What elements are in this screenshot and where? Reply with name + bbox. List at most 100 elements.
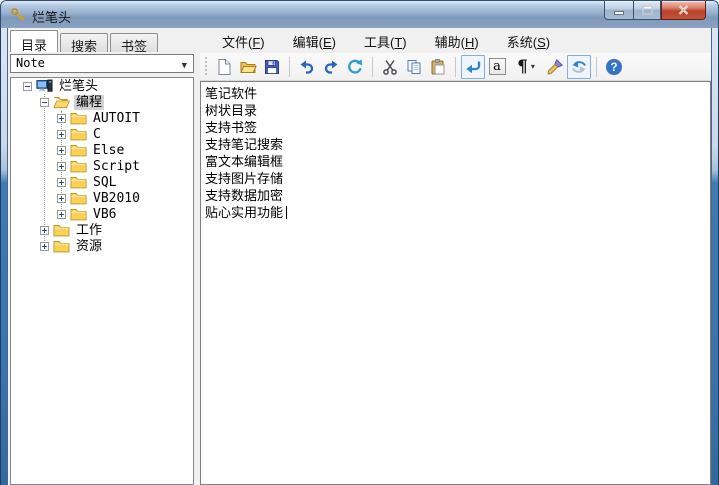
undo-icon (300, 60, 314, 74)
toolbar: a ¶ ▾ ? (200, 53, 711, 81)
expand-icon[interactable] (57, 129, 66, 139)
expand-icon[interactable] (57, 145, 66, 155)
menu-edit[interactable]: 编辑(E) (285, 30, 344, 53)
expand-icon[interactable] (57, 177, 66, 187)
tab-bookmarks[interactable]: 书签 (110, 33, 159, 54)
tree-node[interactable]: VB2010 (11, 190, 193, 206)
expand-icon[interactable] (57, 209, 66, 219)
window-controls (604, 1, 706, 20)
tree-node-label: 编程 (74, 94, 105, 110)
expand-icon[interactable] (57, 193, 66, 203)
pilcrow-icon: ¶ (517, 56, 528, 77)
menu-file[interactable]: 文件(F) (214, 30, 273, 53)
dropdown-arrow-icon[interactable]: ▾ (531, 62, 535, 71)
maximize-button[interactable] (633, 1, 661, 20)
new-document-button[interactable] (212, 55, 236, 79)
notebook-select-value: Note (16, 56, 45, 70)
titlebar[interactable]: 烂笔头 (0, 0, 719, 28)
minimize-button[interactable] (604, 1, 633, 20)
window-title: 烂笔头 (32, 10, 72, 25)
word-wrap-button[interactable] (461, 54, 485, 79)
folder-open-icon (53, 95, 70, 109)
tree-node-selected[interactable]: 编程 (11, 94, 193, 110)
word-wrap-icon (466, 61, 481, 73)
tab-directory[interactable]: 目录 (10, 30, 59, 53)
editor-line: 贴心实用功能 (205, 204, 706, 221)
format-painter-brush-icon (547, 58, 564, 75)
save-button[interactable] (260, 55, 284, 79)
window-border-right (711, 28, 719, 485)
editor-line: 树状目录 (205, 103, 258, 118)
format-painter-button[interactable] (543, 55, 567, 79)
tree-node-root[interactable]: 烂笔头 (11, 78, 193, 94)
collapse-icon[interactable] (40, 97, 49, 107)
menu-system[interactable]: 系统(S) (499, 30, 558, 53)
menu-tools[interactable]: 工具(T) (356, 30, 415, 53)
folder-icon (70, 111, 87, 125)
tree-node[interactable]: Else (11, 142, 193, 158)
save-icon (265, 59, 279, 74)
close-icon (678, 5, 689, 15)
paste-button[interactable] (426, 55, 450, 79)
copy-button[interactable] (402, 55, 426, 79)
folder-icon (53, 239, 70, 253)
svg-text:?: ? (610, 62, 617, 74)
window-border-left (0, 28, 8, 485)
client-area: 目录 搜索 书签 Note ▼ 烂笔头 编程 AUTOIT C Else Scr… (8, 28, 711, 485)
refresh-icon (348, 58, 362, 74)
expand-icon[interactable] (40, 241, 49, 251)
redo-button[interactable] (319, 55, 343, 79)
text-caret (286, 206, 288, 219)
tree-node[interactable]: AUTOIT (11, 110, 193, 126)
help-button[interactable]: ? (602, 55, 626, 79)
tree-node[interactable]: 资源 (11, 238, 193, 254)
minimize-icon (614, 10, 624, 15)
open-folder-button[interactable] (236, 55, 260, 79)
close-button[interactable] (661, 1, 706, 20)
tab-search[interactable]: 搜索 (60, 33, 109, 54)
expand-icon[interactable] (57, 113, 66, 123)
redo-icon (324, 60, 338, 74)
font-button[interactable]: a (485, 55, 509, 79)
notebook-select[interactable]: Note ▼ (10, 54, 194, 73)
new-document-icon (218, 58, 231, 75)
directory-tree[interactable]: 烂笔头 编程 AUTOIT C Else Script SQL VB2010 V… (10, 77, 194, 485)
tree-node-label: 资源 (76, 238, 103, 254)
copy-icon (407, 59, 421, 74)
help-icon: ? (605, 58, 623, 75)
tree-node[interactable]: 工作 (11, 222, 193, 238)
tree-node[interactable]: C (11, 126, 193, 142)
computer-icon (36, 79, 53, 93)
tree-node-label: AUTOIT (93, 110, 140, 126)
flip-arrows-button[interactable] (567, 54, 591, 79)
folder-icon (70, 175, 87, 189)
editor-line: 支持图片存储 (205, 171, 284, 186)
undo-button[interactable] (295, 55, 319, 79)
editor-line: 富文本编辑框 (205, 154, 284, 169)
editor-line: 支持书签 (205, 120, 258, 135)
sidebar-tabs: 目录 搜索 书签 (10, 30, 160, 54)
tree-node-label: 工作 (76, 222, 103, 238)
paragraph-marks-button[interactable]: ¶ ▾ (509, 55, 543, 79)
maximize-icon (641, 5, 653, 15)
folder-icon (70, 191, 87, 205)
toolbar-grip[interactable] (205, 56, 208, 77)
tree-node[interactable]: VB6 (11, 206, 193, 222)
menu-assist[interactable]: 辅助(H) (427, 30, 487, 53)
expand-icon[interactable] (57, 161, 66, 171)
editor-line: 支持笔记搜索 (205, 137, 284, 152)
collapse-icon[interactable] (23, 81, 32, 91)
tree-node-label: 烂笔头 (59, 78, 99, 94)
chevron-down-icon[interactable]: ▼ (182, 58, 187, 75)
app-keys-icon (10, 7, 26, 23)
tree-node[interactable]: Script (11, 158, 193, 174)
app-window: 烂笔头 目录 搜索 书签 Note ▼ 烂笔头 编程 AUTOIT C Else… (0, 0, 719, 485)
refresh-button[interactable] (343, 55, 367, 79)
note-editor[interactable]: 笔记软件 树状目录 支持书签 支持笔记搜索 富文本编辑框 支持图片存储 支持数据… (200, 81, 711, 485)
tree-node[interactable]: SQL (11, 174, 193, 190)
folder-icon (70, 159, 87, 173)
tree-node-label: VB6 (93, 206, 117, 222)
toolbar-separator (596, 56, 597, 77)
cut-button[interactable] (378, 55, 402, 79)
expand-icon[interactable] (40, 225, 49, 235)
